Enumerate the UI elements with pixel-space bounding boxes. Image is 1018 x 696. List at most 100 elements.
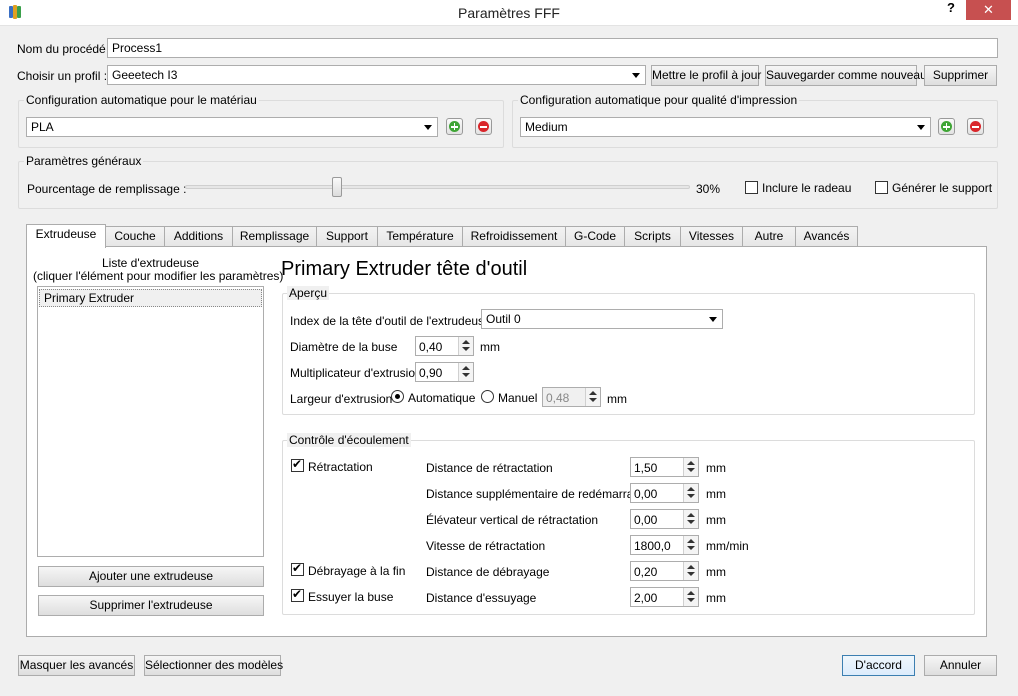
arrow-down-icon: [687, 546, 695, 550]
spin-buttons[interactable]: [458, 337, 473, 355]
spin-buttons[interactable]: [683, 458, 698, 476]
coast-distance-value: 0,20: [634, 565, 658, 579]
tab-cooling[interactable]: Refroidissement: [462, 226, 566, 246]
tab-advanced[interactable]: Avancés: [795, 226, 858, 246]
coast-distance-unit: mm: [706, 565, 726, 579]
remove-quality-button[interactable]: [967, 118, 984, 135]
cancel-button[interactable]: Annuler: [924, 655, 997, 676]
raft-label: Inclure le radeau: [762, 181, 852, 195]
tool-index-value: Outil 0: [486, 312, 521, 326]
arrow-down-icon: [687, 598, 695, 602]
retraction-speed-spinbox[interactable]: 1800,0: [630, 535, 699, 555]
infill-slider-track[interactable]: [185, 185, 690, 189]
nozzle-diameter-value: 0,40: [419, 340, 443, 354]
tool-index-select[interactable]: Outil 0: [481, 309, 723, 329]
tab-layer[interactable]: Couche: [105, 226, 165, 246]
spin-buttons[interactable]: [458, 363, 473, 381]
retraction-distance-spinbox[interactable]: 1,50: [630, 457, 699, 477]
wipe-distance-label: Distance d'essuyage: [426, 591, 537, 605]
vertical-lift-label: Élévateur vertical de rétractation: [426, 513, 599, 527]
arrow-down-icon: [687, 520, 695, 524]
chevron-down-icon: [632, 73, 640, 78]
list-item[interactable]: Primary Extruder: [39, 289, 262, 307]
tab-extruder[interactable]: Extrudeuse: [26, 224, 106, 248]
spin-buttons[interactable]: [683, 510, 698, 528]
update-profile-button[interactable]: Mettre le profil à jour: [651, 65, 761, 86]
infill-label: Pourcentage de remplissage :: [27, 182, 187, 196]
help-button[interactable]: ?: [940, 0, 962, 20]
restart-distance-spinbox[interactable]: 0,00: [630, 483, 699, 503]
arrow-up-icon: [462, 340, 470, 344]
extruder-list-title: Liste d'extrudeuse: [101, 256, 200, 270]
remove-extruder-button[interactable]: Supprimer l'extrudeuse: [38, 595, 264, 616]
hide-advanced-button[interactable]: Masquer les avancés: [18, 655, 135, 676]
flow-control-group: [282, 440, 975, 615]
vertical-lift-spinbox[interactable]: 0,00: [630, 509, 699, 529]
material-select[interactable]: PLA: [26, 117, 438, 137]
wipe-distance-unit: mm: [706, 591, 726, 605]
manual-width-spinbox[interactable]: 0,48: [542, 387, 601, 407]
ok-button[interactable]: D'accord: [842, 655, 915, 676]
coast-checkbox[interactable]: [291, 561, 304, 576]
arrow-up-icon: [687, 565, 695, 569]
quality-select-value: Medium: [525, 120, 568, 134]
tab-gcode[interactable]: G-Code: [565, 226, 625, 246]
extruder-list[interactable]: [37, 286, 264, 557]
add-quality-button[interactable]: [938, 118, 955, 135]
vertical-lift-value: 0,00: [634, 513, 658, 527]
tab-speeds[interactable]: Vitesses: [680, 226, 743, 246]
auto-width-radio[interactable]: [391, 390, 404, 403]
wipe-label: Essuyer la buse: [308, 590, 394, 604]
add-material-button[interactable]: [446, 118, 463, 135]
close-button[interactable]: ✕: [966, 0, 1011, 20]
arrow-down-icon: [687, 494, 695, 498]
coast-distance-label: Distance de débrayage: [426, 565, 550, 579]
plus-circle-icon: [941, 121, 952, 132]
arrow-down-icon: [589, 398, 597, 402]
auto-width-label: Automatique: [408, 391, 476, 405]
raft-checkbox[interactable]: [745, 181, 758, 194]
select-models-button[interactable]: Sélectionner des modèles: [144, 655, 283, 676]
spin-buttons[interactable]: [585, 388, 600, 406]
quality-select[interactable]: Medium: [520, 117, 931, 137]
retraction-checkbox[interactable]: [291, 457, 304, 472]
spin-buttons[interactable]: [683, 536, 698, 554]
infill-slider-handle[interactable]: [331, 177, 342, 197]
retraction-distance-label: Distance de rétractation: [426, 461, 553, 475]
profile-select[interactable]: Geeetech I3: [107, 65, 646, 85]
retraction-distance-unit: mm: [706, 461, 726, 475]
tab-temperature[interactable]: Température: [377, 226, 463, 246]
tab-scripts[interactable]: Scripts: [624, 226, 681, 246]
tab-other[interactable]: Autre: [742, 226, 796, 246]
extrusion-multiplier-spinbox[interactable]: 0,90: [415, 362, 474, 382]
spin-buttons[interactable]: [683, 562, 698, 580]
wipe-checkbox[interactable]: [291, 587, 304, 602]
flow-control-group-title: Contrôle d'écoulement: [287, 433, 411, 447]
remove-material-button[interactable]: [475, 118, 492, 135]
process-name-input[interactable]: Process1: [107, 38, 998, 58]
manual-width-label: Manuel: [498, 391, 538, 405]
add-extruder-button[interactable]: Ajouter une extrudeuse: [38, 566, 264, 587]
delete-profile-button[interactable]: Supprimer: [924, 65, 997, 86]
arrow-up-icon: [687, 461, 695, 465]
plus-circle-icon: [449, 121, 460, 132]
extruder-list-hint: (cliquer l'élément pour modifier les par…: [33, 269, 284, 283]
arrow-down-icon: [462, 373, 470, 377]
tab-support[interactable]: Support: [316, 226, 378, 246]
nozzle-diameter-spinbox[interactable]: 0,40: [415, 336, 474, 356]
nozzle-diameter-unit: mm: [480, 340, 500, 354]
spin-buttons[interactable]: [683, 484, 698, 502]
retraction-distance-value: 1,50: [634, 461, 658, 475]
coast-distance-spinbox[interactable]: 0,20: [630, 561, 699, 581]
infill-value: 30%: [696, 182, 721, 196]
spin-buttons[interactable]: [683, 588, 698, 606]
retraction-speed-label: Vitesse de rétractation: [426, 539, 546, 553]
save-as-new-button[interactable]: Sauvegarder comme nouveau: [765, 65, 927, 86]
wipe-distance-spinbox[interactable]: 2,00: [630, 587, 699, 607]
manual-width-radio[interactable]: [481, 390, 494, 403]
tab-additions[interactable]: Additions: [164, 226, 233, 246]
coast-label: Débrayage à la fin: [308, 564, 406, 578]
extrusion-multiplier-label: Multiplicateur d'extrusion: [290, 366, 422, 380]
tab-infill[interactable]: Remplissage: [232, 226, 317, 246]
support-checkbox[interactable]: [875, 181, 888, 194]
